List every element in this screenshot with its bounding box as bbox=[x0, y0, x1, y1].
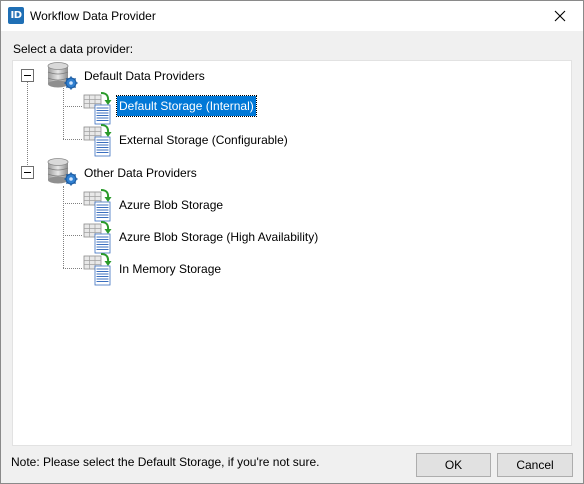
storage-table-icon bbox=[83, 253, 112, 286]
dialog-window: ID Workflow Data Provider Select a data … bbox=[0, 0, 584, 484]
tree-group-default-providers[interactable]: Default Data Providers bbox=[82, 66, 207, 86]
database-gear-icon bbox=[47, 62, 78, 90]
tree-item-default-storage[interactable]: Default Storage (Internal) bbox=[116, 95, 257, 117]
tree-item-in-memory-storage[interactable]: In Memory Storage bbox=[117, 259, 223, 279]
tree-item-external-storage[interactable]: External Storage (Configurable) bbox=[117, 130, 290, 150]
tree-group-other-providers[interactable]: Other Data Providers bbox=[82, 163, 199, 183]
collapse-toggle-default-providers[interactable] bbox=[21, 69, 34, 82]
storage-table-icon bbox=[83, 124, 112, 157]
footer-note: Note: Please select the Default Storage,… bbox=[11, 455, 320, 469]
tree-item-azure-blob-storage-ha[interactable]: Azure Blob Storage (High Availability) bbox=[117, 227, 320, 247]
prompt-label: Select a data provider: bbox=[13, 42, 134, 56]
storage-table-icon bbox=[83, 92, 112, 125]
database-gear-icon bbox=[47, 158, 78, 186]
window-title: Workflow Data Provider bbox=[30, 9, 156, 23]
title-bar: ID Workflow Data Provider bbox=[1, 1, 583, 31]
ok-button[interactable]: OK bbox=[416, 453, 491, 477]
provider-tree[interactable]: Default Data Providers Default Storage (… bbox=[12, 60, 572, 446]
tree-item-azure-blob-storage[interactable]: Azure Blob Storage bbox=[117, 195, 225, 215]
close-icon bbox=[554, 10, 566, 22]
storage-table-icon bbox=[83, 189, 112, 222]
app-logo-icon: ID bbox=[8, 7, 24, 24]
collapse-toggle-other-providers[interactable] bbox=[21, 166, 34, 179]
cancel-button[interactable]: Cancel bbox=[497, 453, 573, 477]
storage-table-icon bbox=[83, 221, 112, 254]
close-button[interactable] bbox=[537, 1, 583, 31]
